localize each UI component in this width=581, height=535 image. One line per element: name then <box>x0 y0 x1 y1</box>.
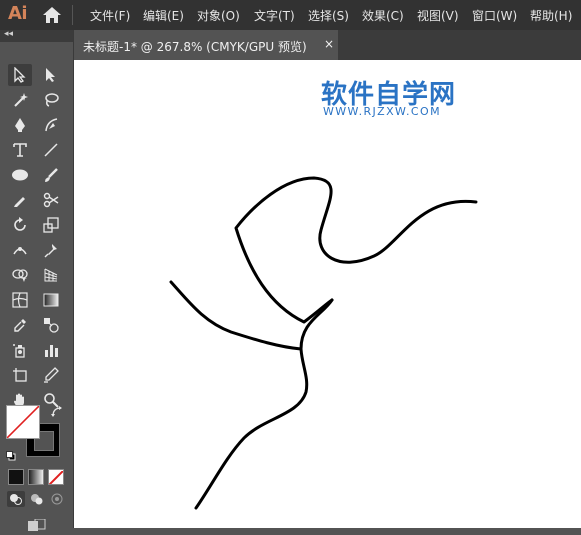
default-fill-stroke-icon[interactable] <box>6 446 16 461</box>
pen-tool-icon[interactable] <box>8 114 32 136</box>
type-tool-icon[interactable] <box>8 139 32 161</box>
draw-inside-icon[interactable] <box>48 491 66 507</box>
menu-text[interactable]: 文字(T) <box>254 7 295 24</box>
mesh-tool-icon[interactable] <box>8 289 32 311</box>
artboard-canvas[interactable]: 软件自学网 WWW.RJZXW.COM <box>74 60 581 528</box>
none-mode-button[interactable] <box>48 469 64 485</box>
menu-edit[interactable]: 编辑(E) <box>143 7 184 24</box>
draw-behind-icon[interactable] <box>28 491 46 507</box>
ellipse-tool-icon[interactable] <box>8 164 32 186</box>
home-icon[interactable] <box>42 6 62 24</box>
menu-view[interactable]: 视图(V) <box>417 7 459 24</box>
symbol-sprayer-tool-icon[interactable] <box>8 339 32 361</box>
gradient-tool-icon[interactable] <box>39 289 63 311</box>
fill-swatch[interactable] <box>6 405 40 439</box>
scale-tool-icon[interactable] <box>39 214 63 236</box>
menu-separator <box>72 5 73 25</box>
lasso-tool-icon[interactable] <box>39 89 63 111</box>
slice-tool-icon[interactable] <box>39 364 63 386</box>
menu-bar: Ai 文件(F) 编辑(E) 对象(O) 文字(T) 选择(S) 效果(C) 视… <box>0 0 581 30</box>
column-graph-tool-icon[interactable] <box>39 339 63 361</box>
curvature-tool-icon[interactable] <box>39 114 63 136</box>
paintbrush-tool-icon[interactable] <box>39 164 63 186</box>
direct-selection-tool-icon[interactable] <box>39 64 63 86</box>
collapse-icon[interactable]: ◂◂ <box>4 29 13 39</box>
swap-fill-stroke-icon[interactable] <box>50 404 64 418</box>
selection-tool-icon[interactable] <box>8 64 32 86</box>
lower-curve-path <box>169 280 334 510</box>
document-tab-title: 未标题-1* @ 267.8% (CMYK/GPU 预览) <box>83 40 307 54</box>
menu-effect[interactable]: 效果(C) <box>362 7 404 24</box>
menu-window[interactable]: 窗口(W) <box>472 7 517 24</box>
artboard-tool-icon[interactable] <box>8 364 32 386</box>
tools-panel-header[interactable]: ◂◂ <box>0 29 73 42</box>
puppet-warp-tool-icon[interactable] <box>39 239 63 261</box>
scissors-tool-icon[interactable] <box>39 189 63 211</box>
shape-builder-tool-icon[interactable] <box>8 264 32 286</box>
menu-object[interactable]: 对象(O) <box>197 7 240 24</box>
eyedropper-tool-icon[interactable] <box>8 314 32 336</box>
upper-curve-path <box>234 176 478 324</box>
menu-help[interactable]: 帮助(H) <box>530 7 572 24</box>
pencil-tool-icon[interactable] <box>8 189 32 211</box>
drawing-paths[interactable] <box>74 60 581 528</box>
line-segment-tool-icon[interactable] <box>39 139 63 161</box>
document-tab[interactable]: 未标题-1* @ 267.8% (CMYK/GPU 预览) × <box>74 30 338 60</box>
rotate-tool-icon[interactable] <box>8 214 32 236</box>
menu-select[interactable]: 选择(S) <box>308 7 349 24</box>
tools-panel: ◂◂ <box>0 29 74 531</box>
document-tab-bar: 未标题-1* @ 267.8% (CMYK/GPU 预览) × <box>74 30 581 60</box>
app-logo: Ai <box>8 3 28 24</box>
draw-normal-icon[interactable] <box>7 491 25 507</box>
magic-wand-tool-icon[interactable] <box>8 89 32 111</box>
perspective-grid-tool-icon[interactable] <box>39 264 63 286</box>
menu-file[interactable]: 文件(F) <box>90 7 130 24</box>
close-icon[interactable]: × <box>324 37 334 51</box>
gradient-mode-button[interactable] <box>28 469 44 485</box>
screen-mode-icon[interactable] <box>26 516 48 531</box>
color-mode-button[interactable] <box>8 469 24 485</box>
width-tool-icon[interactable] <box>8 239 32 261</box>
blend-tool-icon[interactable] <box>39 314 63 336</box>
